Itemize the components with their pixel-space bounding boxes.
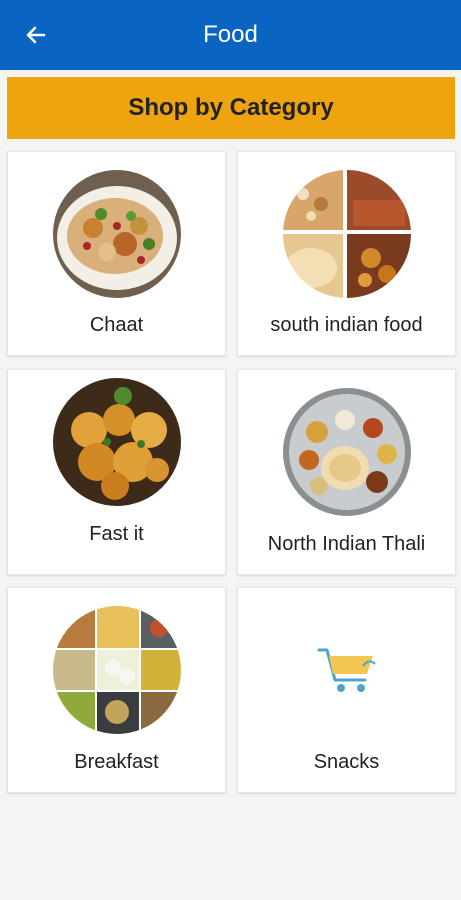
page-title: Food bbox=[203, 21, 258, 48]
thali-image bbox=[283, 388, 411, 516]
category-label: North Indian Thali bbox=[267, 533, 426, 555]
category-label: Fast it bbox=[89, 523, 144, 545]
category-card-north-indian-thali[interactable]: North Indian Thali bbox=[237, 369, 456, 575]
fried-potatoes-image bbox=[53, 378, 181, 506]
category-label: Breakfast bbox=[74, 751, 159, 773]
category-card-snacks[interactable]: Snacks bbox=[237, 587, 456, 793]
category-label: south indian food bbox=[270, 314, 423, 336]
category-label: Chaat bbox=[89, 314, 144, 336]
chaat-image bbox=[53, 170, 181, 298]
breakfast-collage-image bbox=[53, 606, 181, 734]
south-indian-collage-image bbox=[283, 170, 411, 298]
category-card-breakfast[interactable]: Breakfast bbox=[7, 587, 226, 793]
category-card-chaat[interactable]: Chaat bbox=[7, 151, 226, 356]
app-bar: Food bbox=[0, 0, 461, 70]
category-card-fast-it[interactable]: Fast it bbox=[7, 369, 226, 575]
cart-icon bbox=[313, 636, 383, 696]
shop-by-category-banner: Shop by Category bbox=[7, 77, 455, 139]
category-card-south-indian-food[interactable]: south indian food bbox=[237, 151, 456, 356]
category-label: Snacks bbox=[313, 751, 380, 773]
